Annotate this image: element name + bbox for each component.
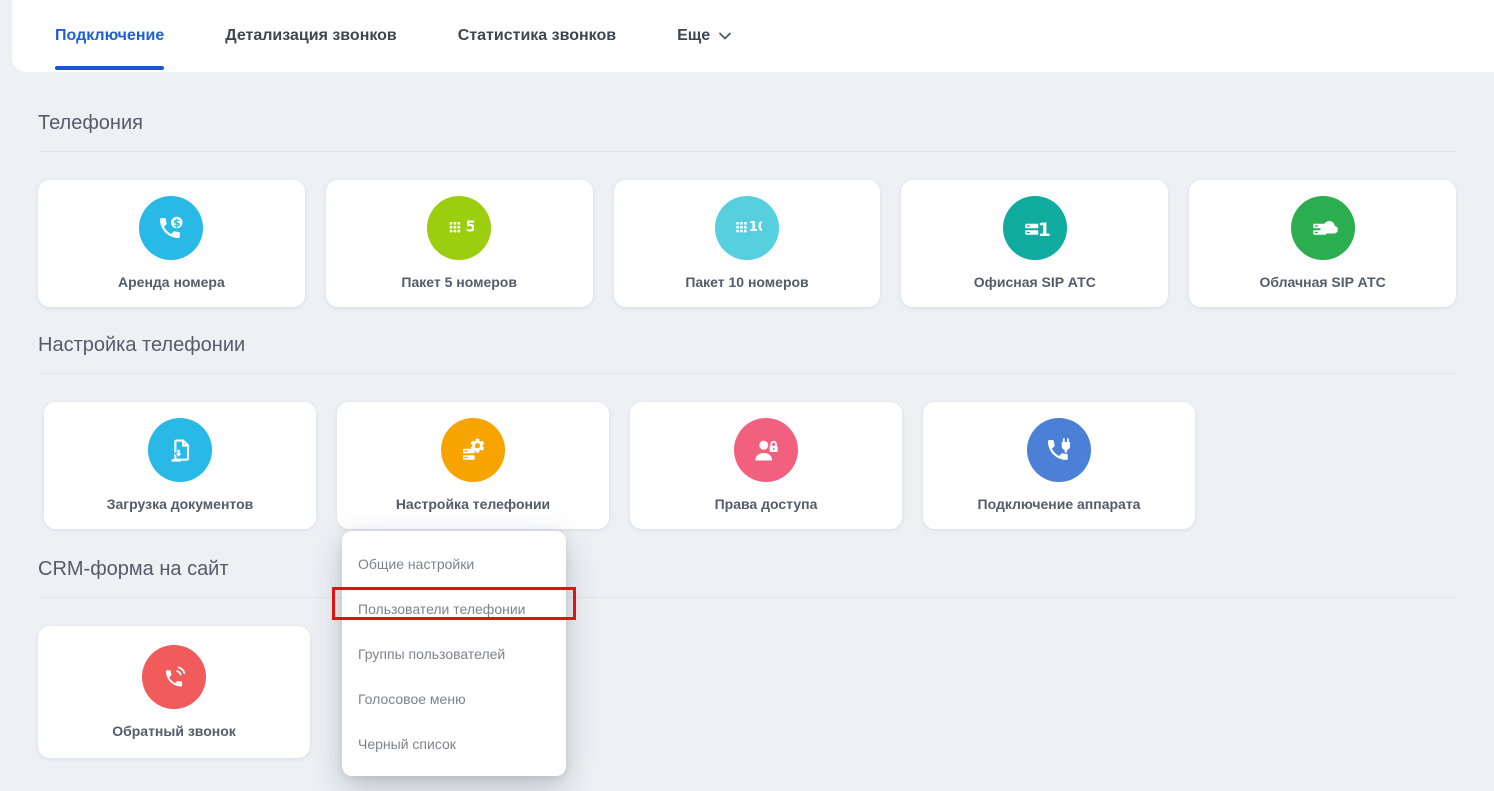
card-settings-gear[interactable]: Настройка телефонии xyxy=(337,402,609,529)
card-label: Облачная SIP АТС xyxy=(1259,274,1385,290)
card-phone-dollar[interactable]: $ Аренда номера xyxy=(38,180,305,307)
card-dialpad-10[interactable]: 10 Пакет 10 номеров xyxy=(614,180,881,307)
cloud-pbx-icon xyxy=(1291,196,1355,260)
dialpad-10-icon: 10 xyxy=(715,196,779,260)
card-label: Обратный звонок xyxy=(112,723,236,739)
phone-dollar-icon: $ xyxy=(139,196,203,260)
card-dialpad-5[interactable]: 5 Пакет 5 номеров xyxy=(326,180,593,307)
section-crm-form: CRM-форма на сайт Обратный звонок xyxy=(38,558,1456,758)
card-label: Подключение аппарата xyxy=(978,496,1141,512)
dialpad-5-icon: 5 xyxy=(427,196,491,260)
menu-item-general-settings[interactable]: Общие настройки xyxy=(342,541,566,586)
section-title: Настройка телефонии xyxy=(38,334,1456,357)
cards-row: Обратный звонок xyxy=(38,626,1456,758)
office-pbx-icon: 1 xyxy=(1003,196,1067,260)
cards-row: Загрузка документов Настройка телефонии Пр… xyxy=(44,402,1456,529)
card-callback-phone[interactable]: Обратный звонок xyxy=(38,626,310,758)
settings-gear-icon xyxy=(441,418,505,482)
tab-label: Подключение xyxy=(55,27,164,45)
menu-item-blacklist[interactable]: Черный список xyxy=(342,721,566,766)
card-label: Аренда номера xyxy=(118,274,225,290)
user-lock-icon xyxy=(734,418,798,482)
chevron-down-icon xyxy=(719,32,731,40)
card-label: Офисная SIP АТС xyxy=(974,274,1096,290)
section-title: CRM-форма на сайт xyxy=(38,558,1456,581)
top-tab-bar: Подключение Детализация звонков Статистика… xyxy=(12,0,1494,72)
telephony-settings-dropdown: Общие настройкиПользователи телефонииГру… xyxy=(342,531,566,776)
card-document-download[interactable]: Загрузка документов xyxy=(44,402,316,529)
svg-text:1: 1 xyxy=(1038,220,1050,241)
document-download-icon xyxy=(148,418,212,482)
tab-more[interactable]: Еще xyxy=(677,0,731,72)
card-label: Пакет 10 номеров xyxy=(685,274,808,290)
card-user-lock[interactable]: Права доступа xyxy=(630,402,902,529)
card-cloud-pbx[interactable]: Облачная SIP АТС xyxy=(1189,180,1456,307)
card-label: Настройка телефонии xyxy=(396,496,550,512)
menu-item-voice-menu[interactable]: Голосовое меню xyxy=(342,676,566,721)
phone-plug-icon xyxy=(1027,418,1091,482)
section-divider xyxy=(38,151,1456,152)
menu-item-user-groups[interactable]: Группы пользователей xyxy=(342,631,566,676)
section-telephony-setup: Настройка телефонии Загрузка документов На… xyxy=(38,334,1456,529)
svg-text:10: 10 xyxy=(749,220,762,235)
section-telephony: Телефония $ Аренда номера 5 Пакет 5 номеров 1… xyxy=(38,112,1456,307)
menu-item-telephony-users[interactable]: Пользователи телефонии xyxy=(342,586,566,631)
svg-text:5: 5 xyxy=(466,217,475,235)
callback-phone-icon xyxy=(142,645,206,709)
svg-text:$: $ xyxy=(173,217,180,230)
tab-connection[interactable]: Подключение xyxy=(55,0,164,72)
section-title: Телефония xyxy=(38,112,1456,135)
cards-row: $ Аренда номера 5 Пакет 5 номеров 10 Пакет 10… xyxy=(38,180,1456,307)
card-office-pbx[interactable]: 1 Офисная SIP АТС xyxy=(901,180,1168,307)
section-divider xyxy=(38,597,1456,598)
section-divider xyxy=(38,373,1456,374)
tab-call-statistics[interactable]: Статистика звонков xyxy=(458,0,616,72)
tab-label: Еще xyxy=(677,27,710,45)
card-phone-plug[interactable]: Подключение аппарата xyxy=(923,402,1195,529)
tab-call-details[interactable]: Детализация звонков xyxy=(225,0,397,72)
tab-label: Статистика звонков xyxy=(458,27,616,45)
card-label: Загрузка документов xyxy=(107,496,253,512)
tab-label: Детализация звонков xyxy=(225,27,397,45)
card-label: Права доступа xyxy=(715,496,818,512)
card-label: Пакет 5 номеров xyxy=(401,274,517,290)
